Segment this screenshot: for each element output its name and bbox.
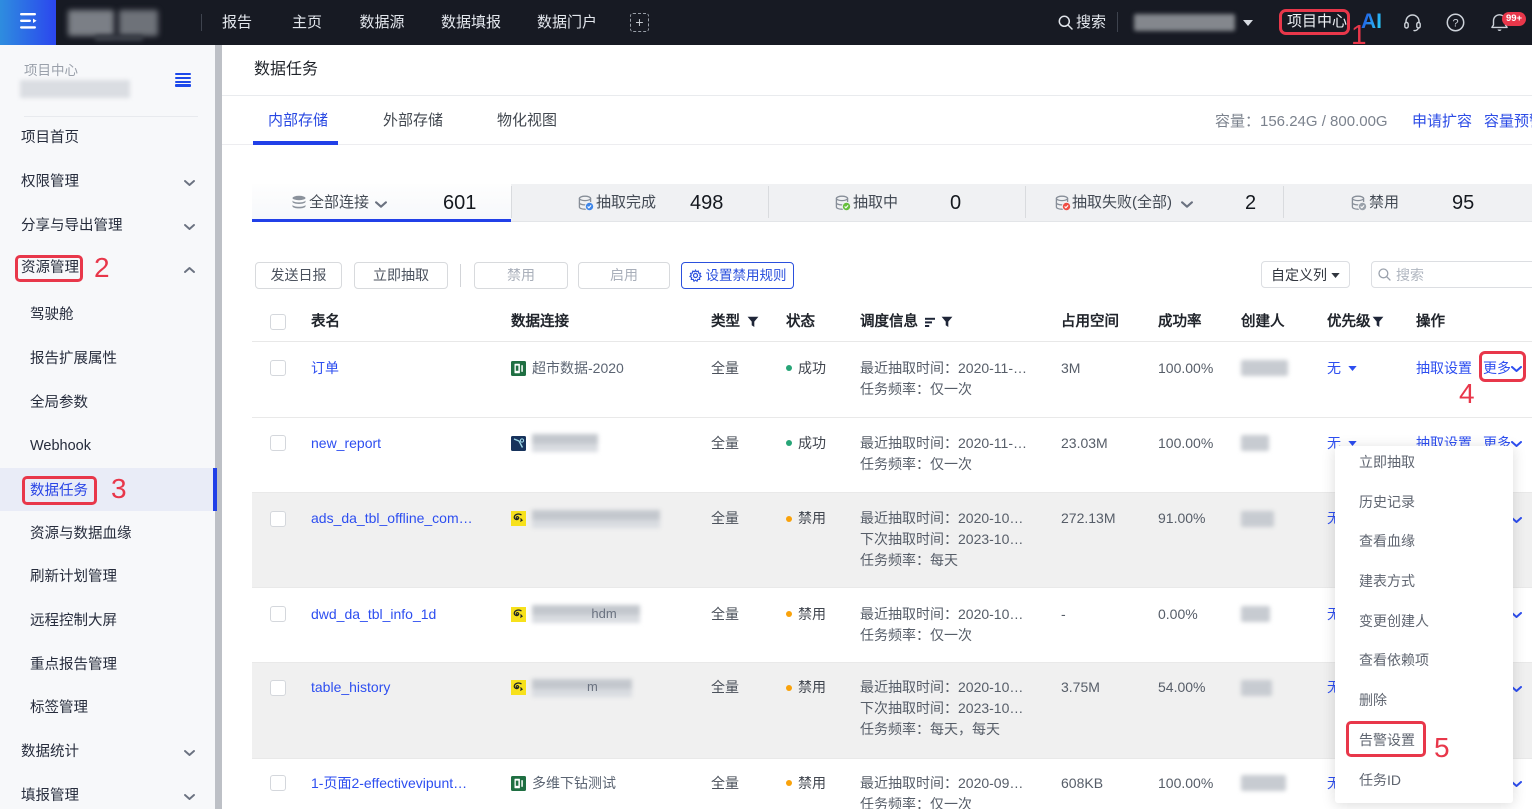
svg-text:?: ? xyxy=(1452,17,1458,29)
